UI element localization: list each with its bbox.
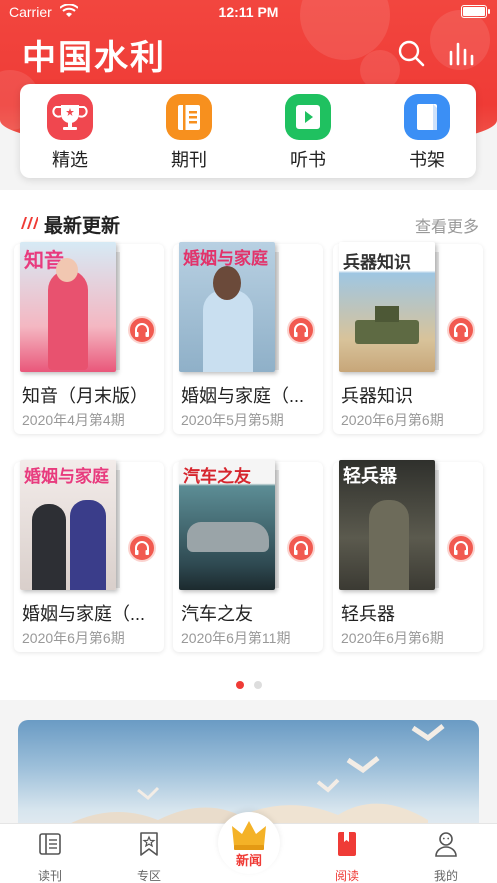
clock: 12:11 PM <box>218 4 279 20</box>
nav-featured-label: 精选 <box>52 150 88 170</box>
trophy-icon <box>47 94 93 140</box>
headphone-icon[interactable] <box>128 534 156 562</box>
tab-label: 阅读 <box>334 869 359 883</box>
magazine-cover: 汽车之友 <box>179 460 275 590</box>
status-bar: Carrier 12:11 PM <box>0 0 497 26</box>
magazine-issue: 2020年5月第5期 <box>181 412 284 428</box>
bottom-tab-bar: 读刊 专区 新闻 阅读 我的 <box>0 812 497 883</box>
nav-periodicals[interactable]: 期刊 <box>139 94 239 174</box>
magazine-card[interactable]: 婚姻与家庭 婚姻与家庭（... 2020年6月第6期 <box>14 460 164 652</box>
nav-bookshelf-label: 书架 <box>409 150 445 170</box>
app-logo: 中国水利 <box>22 38 166 78</box>
battery-icon <box>461 5 490 18</box>
nav-audiobooks[interactable]: 听书 <box>258 94 358 174</box>
nav-bookshelf[interactable]: 书架 <box>377 94 477 174</box>
tab-label: 我的 <box>433 869 458 883</box>
headphone-icon[interactable] <box>128 316 156 344</box>
magazine-cover: 轻兵器 <box>339 460 435 590</box>
tab-label: 专区 <box>136 869 161 883</box>
magazine-name: 婚姻与家庭（... <box>181 386 305 406</box>
magazine-cover: 兵器知识 <box>339 242 435 372</box>
cover-masthead: 汽车之友 <box>183 467 251 487</box>
magazine-cover: 婚姻与家庭 <box>179 242 275 372</box>
magazine-issue: 2020年4月第4期 <box>22 412 125 428</box>
page-dot[interactable] <box>253 681 262 689</box>
magazine-name: 轻兵器 <box>341 604 395 624</box>
book-icon <box>404 94 450 140</box>
magazine-card[interactable]: 知音 知音（月末版） 2020年4月第4期 <box>14 242 164 434</box>
magazine-cover: 知音 <box>20 242 116 372</box>
magazine-issue: 2020年6月第11期 <box>181 630 291 646</box>
see-more-link[interactable]: 查看更多 <box>415 213 479 237</box>
magazine-name: 婚姻与家庭（... <box>22 604 146 624</box>
magazine-name: 知音（月末版） <box>22 386 148 406</box>
nav-audiobooks-label: 听书 <box>290 150 326 170</box>
headphone-icon[interactable] <box>287 316 315 344</box>
nav-featured[interactable]: 精选 <box>20 94 120 174</box>
magazine-issue: 2020年6月第6期 <box>341 412 444 428</box>
section-title: 最新更新 <box>44 216 121 237</box>
magazine-card[interactable]: 兵器知识 兵器知识 2020年6月第6期 <box>333 242 483 434</box>
magazine-card[interactable]: 轻兵器 轻兵器 2020年6月第6期 <box>333 460 483 652</box>
magazine-issue: 2020年6月第6期 <box>341 630 444 646</box>
tab-news[interactable]: 新闻 <box>219 818 279 869</box>
page-dot-active[interactable] <box>235 681 244 689</box>
magazine-card[interactable]: 婚姻与家庭 婚姻与家庭（... 2020年5月第5期 <box>173 242 323 434</box>
magazine-name: 汽车之友 <box>181 604 253 624</box>
search-icon[interactable] <box>396 38 426 68</box>
nav-periodicals-label: 期刊 <box>171 150 207 170</box>
tab-zone[interactable]: 专区 <box>119 830 179 883</box>
crown-icon <box>232 821 266 850</box>
latest-updates-section: 最新更新 查看更多 知音 知音（月末版） 2020年4月第4期 婚姻与家庭 婚姻… <box>0 190 497 700</box>
profile-icon <box>435 832 457 857</box>
headphone-icon[interactable] <box>287 534 315 562</box>
section-slashes-icon <box>21 217 38 229</box>
cover-masthead: 兵器知识 <box>343 253 411 273</box>
tab-label: 新闻 <box>235 853 262 868</box>
tab-mine[interactable]: 我的 <box>416 830 476 883</box>
ranking-chart-icon[interactable] <box>446 38 476 68</box>
reader-icon <box>39 833 61 855</box>
headphone-icon[interactable] <box>447 316 475 344</box>
star-bookmark-icon <box>140 832 158 856</box>
quick-nav-card: 精选 期刊 听书 书架 <box>20 84 476 178</box>
tab-reading[interactable]: 阅读 <box>317 830 377 883</box>
tab-read-periodicals[interactable]: 读刊 <box>20 830 80 883</box>
magazine-name: 兵器知识 <box>341 386 413 406</box>
headphone-icon[interactable] <box>447 534 475 562</box>
magazine-cover: 婚姻与家庭 <box>20 460 116 590</box>
magazine-card[interactable]: 汽车之友 汽车之友 2020年6月第11期 <box>173 460 323 652</box>
tab-label: 读刊 <box>37 869 62 883</box>
magazine-icon <box>166 94 212 140</box>
play-icon <box>285 94 331 140</box>
page-indicator[interactable] <box>0 676 497 694</box>
red-book-icon <box>338 832 356 856</box>
cover-masthead: 婚姻与家庭 <box>24 467 109 487</box>
cover-masthead: 轻兵器 <box>343 466 397 487</box>
magazine-issue: 2020年6月第6期 <box>22 630 125 646</box>
